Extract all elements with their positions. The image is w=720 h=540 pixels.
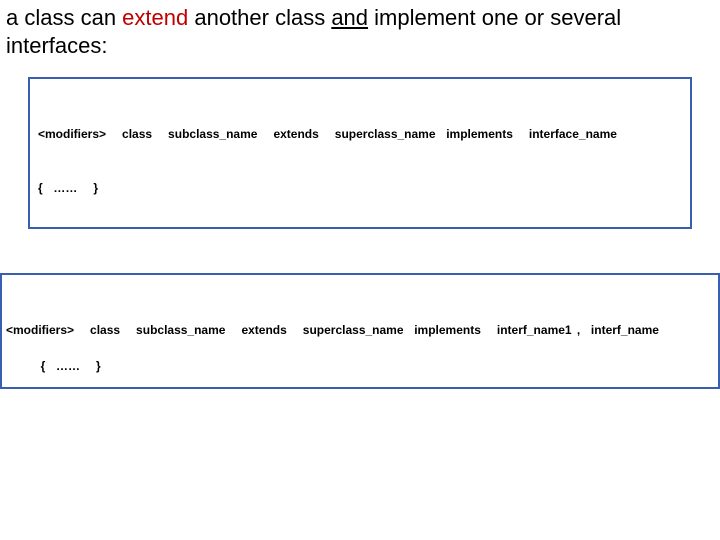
heading-text-pre: a class can [6,5,122,30]
heading-extend: extend [122,5,188,30]
syntax-line2: { …… } [17,357,101,375]
syntax-box-multi-interface: <modifiers> class subclass_name extends … [0,273,720,389]
heading-and: and [331,5,368,30]
syntax-line1: <modifiers> class subclass_name extends … [6,321,710,339]
syntax-line2: { …… } [38,179,682,197]
syntax-box-single-interface: <modifiers> class subclass_name extends … [28,77,692,229]
heading-text-mid1: another class [188,5,331,30]
heading: a class can extend another class and imp… [0,0,720,77]
syntax-line1: <modifiers> class subclass_name extends … [38,125,682,143]
